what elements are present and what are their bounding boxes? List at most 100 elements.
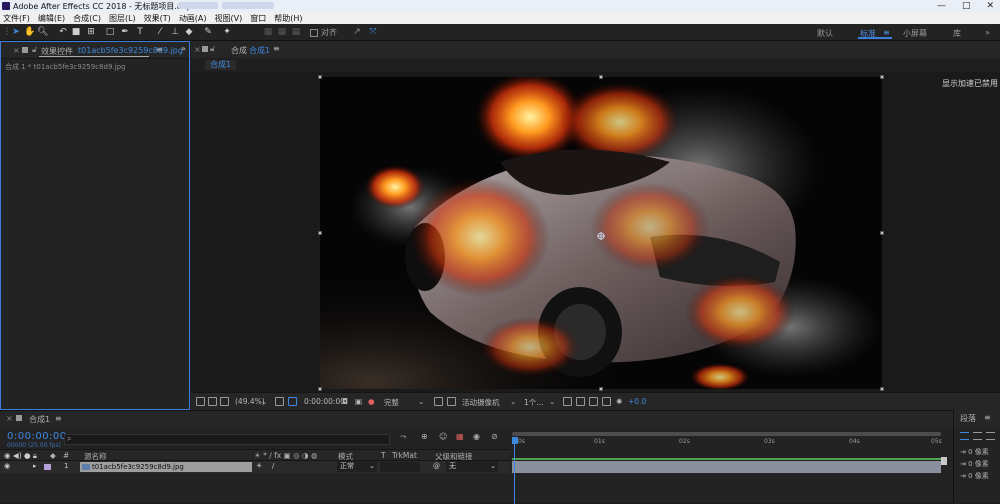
panel-menu-icon[interactable]: ≡ — [156, 45, 163, 54]
work-area-end-handle[interactable] — [941, 457, 947, 465]
exposure-value[interactable]: +0.0 — [628, 397, 646, 406]
checkbox-icon[interactable] — [310, 28, 318, 37]
pen-tool-icon[interactable]: ✒ — [120, 27, 130, 37]
timeline-current-time[interactable]: 0:00:00:00 — [7, 431, 67, 442]
chevron-down-icon[interactable]: ⌄ — [510, 397, 516, 406]
transform-handle[interactable] — [599, 75, 603, 79]
title-safe-icon[interactable] — [275, 397, 284, 406]
chevron-down-icon[interactable]: ⌄ — [261, 397, 267, 406]
always-preview-icon[interactable] — [196, 397, 205, 406]
shy-switch-icon[interactable]: ☀ — [256, 462, 262, 470]
menu-composition[interactable]: 合成(C) — [73, 13, 101, 24]
layer-label-color[interactable] — [44, 464, 51, 470]
type-tool-icon[interactable]: T — [135, 27, 145, 37]
transparency-grid-icon[interactable] — [288, 397, 297, 406]
parent-dropdown[interactable]: 无 ⌄ — [446, 461, 498, 472]
eraser-tool-icon[interactable]: ◆ — [184, 27, 194, 37]
menu-effect[interactable]: 效果(T) — [144, 13, 171, 24]
maximize-button[interactable]: □ — [962, 1, 971, 11]
puppet-pin-tool-icon[interactable]: ✦ — [222, 27, 232, 37]
toggle-transparency-icon[interactable] — [447, 397, 456, 406]
flowchart-icon[interactable] — [602, 397, 611, 406]
layer-row[interactable]: ◉ ▸ 1 t01acb5fe3c9259c8d9.jpg ☀ ∕ 正常 ⌄ @… — [0, 461, 510, 473]
menu-help[interactable]: 帮助(H) — [274, 13, 302, 24]
transform-handle[interactable] — [880, 75, 884, 79]
resolution-dropdown[interactable]: 完整 — [384, 397, 399, 408]
work-area-bar[interactable] — [512, 458, 941, 460]
roto-brush-tool-icon[interactable]: ✎ — [203, 27, 213, 37]
menu-window[interactable]: 窗口 — [250, 13, 266, 24]
indent-before-value[interactable]: ⇥ 0 像素 — [960, 447, 989, 457]
time-ruler[interactable]: 0s 01s 02s 03s 04s 05s — [512, 432, 942, 460]
layer-name[interactable]: t01acb5fe3c9259c8d9.jpg — [80, 462, 252, 472]
pick-whip-icon[interactable]: @ — [433, 462, 440, 470]
space-before-value[interactable]: ⇥ 0 像素 — [960, 471, 989, 481]
region-of-interest-icon[interactable] — [434, 397, 443, 406]
close-icon[interactable]: × — [6, 414, 13, 423]
chevron-down-icon[interactable]: ⌄ — [418, 397, 424, 406]
workspace-menu-icon[interactable]: ≡ — [883, 28, 890, 37]
composition-viewer[interactable]: 显示加速已禁用 — [191, 72, 1000, 392]
visibility-eye-icon[interactable]: ◉ — [4, 462, 10, 470]
color-channels-icon[interactable]: ● — [368, 397, 375, 406]
transform-handle[interactable] — [318, 231, 322, 235]
minimize-button[interactable]: — — [937, 1, 946, 11]
layer-search-input[interactable]: ⌕ — [64, 434, 390, 445]
composition-breadcrumb[interactable]: 合成1 — [205, 60, 237, 70]
pan-behind-tool-icon[interactable]: ⊞ — [86, 27, 96, 37]
workspace-default[interactable]: 默认 — [817, 28, 833, 39]
paragraph-tab-label[interactable]: 段落 — [960, 413, 976, 424]
snapshot-icon[interactable]: ◘ — [342, 397, 348, 406]
workspace-small-screen[interactable]: 小屏幕 — [903, 28, 927, 39]
align-left-icon[interactable] — [960, 432, 969, 440]
menu-view[interactable]: 视图(V) — [215, 13, 243, 24]
panel-menu-icon[interactable]: ≡ — [984, 413, 991, 422]
snap-features-icon[interactable]: ⤧ — [368, 27, 378, 37]
close-button[interactable]: ✕ — [986, 1, 994, 11]
close-icon[interactable]: × — [13, 46, 20, 55]
local-axis-icon[interactable]: ▦ — [263, 27, 273, 37]
clone-stamp-tool-icon[interactable]: ⊥ — [170, 27, 180, 37]
chevron-down-icon[interactable]: ⌄ — [549, 397, 555, 406]
toggle-pixel-aspect-icon[interactable] — [563, 397, 572, 406]
transform-handle[interactable] — [880, 231, 884, 235]
draft-3d-icon[interactable]: ⊕ — [421, 432, 428, 441]
indent-first-line-value[interactable]: ⇥ 0 像素 — [960, 459, 989, 469]
composition-tab-label[interactable]: 合成 — [231, 45, 247, 56]
close-icon[interactable]: × — [194, 45, 201, 54]
comp-mini-flowchart-icon[interactable]: ⤳ — [400, 432, 406, 442]
expand-arrow-icon[interactable]: ▸ — [33, 462, 37, 470]
composition-tab-name[interactable]: 合成1 — [249, 45, 270, 56]
zoom-tool-icon[interactable]: 🔍︎ — [37, 27, 48, 37]
hand-tool-icon[interactable]: ✋ — [24, 27, 35, 37]
views-dropdown[interactable]: 1个... — [524, 397, 543, 408]
selection-tool-icon[interactable]: ➤ — [11, 27, 21, 37]
effect-controls-tab-file[interactable]: t01acb5fe3c9259c8d9.jpg — [78, 46, 183, 55]
blend-mode-dropdown[interactable]: 正常 ⌄ — [337, 461, 377, 472]
transform-handle[interactable] — [318, 75, 322, 79]
trkmat-dropdown[interactable] — [380, 462, 420, 472]
menu-file[interactable]: 文件(F) — [3, 13, 30, 24]
vr-icon[interactable] — [208, 397, 217, 406]
show-snapshot-icon[interactable]: ▣ — [355, 397, 362, 406]
panel-overflow-icon[interactable]: » — [181, 44, 186, 53]
time-navigator[interactable] — [512, 432, 941, 436]
workspace-overflow-icon[interactable]: » — [985, 28, 990, 37]
align-right-icon[interactable] — [986, 432, 995, 440]
timeline-tab-label[interactable]: 合成1 — [29, 414, 50, 425]
snap-edge-icon[interactable]: ↗ — [352, 27, 362, 37]
exposure-icon[interactable]: ✺ — [616, 397, 622, 406]
quality-switch-icon[interactable]: ∕ — [272, 462, 274, 470]
lock-icon[interactable]: 🔓︎ — [32, 45, 37, 55]
composition-canvas[interactable] — [320, 77, 882, 389]
transform-handle[interactable] — [318, 387, 322, 391]
panel-menu-icon[interactable]: ≡ — [273, 44, 280, 53]
frame-blending-icon[interactable]: ▦ — [456, 432, 464, 441]
rectangle-tool-icon[interactable]: □ — [105, 27, 115, 37]
menu-edit[interactable]: 编辑(E) — [38, 13, 65, 24]
shy-icon[interactable]: ☺ — [439, 432, 447, 441]
camera-tool-icon[interactable]: ■ — [71, 27, 81, 37]
timeline-icon[interactable] — [589, 397, 598, 406]
workspace-library[interactable]: 库 — [953, 28, 961, 39]
view-axis-icon[interactable]: ▦ — [291, 27, 301, 37]
